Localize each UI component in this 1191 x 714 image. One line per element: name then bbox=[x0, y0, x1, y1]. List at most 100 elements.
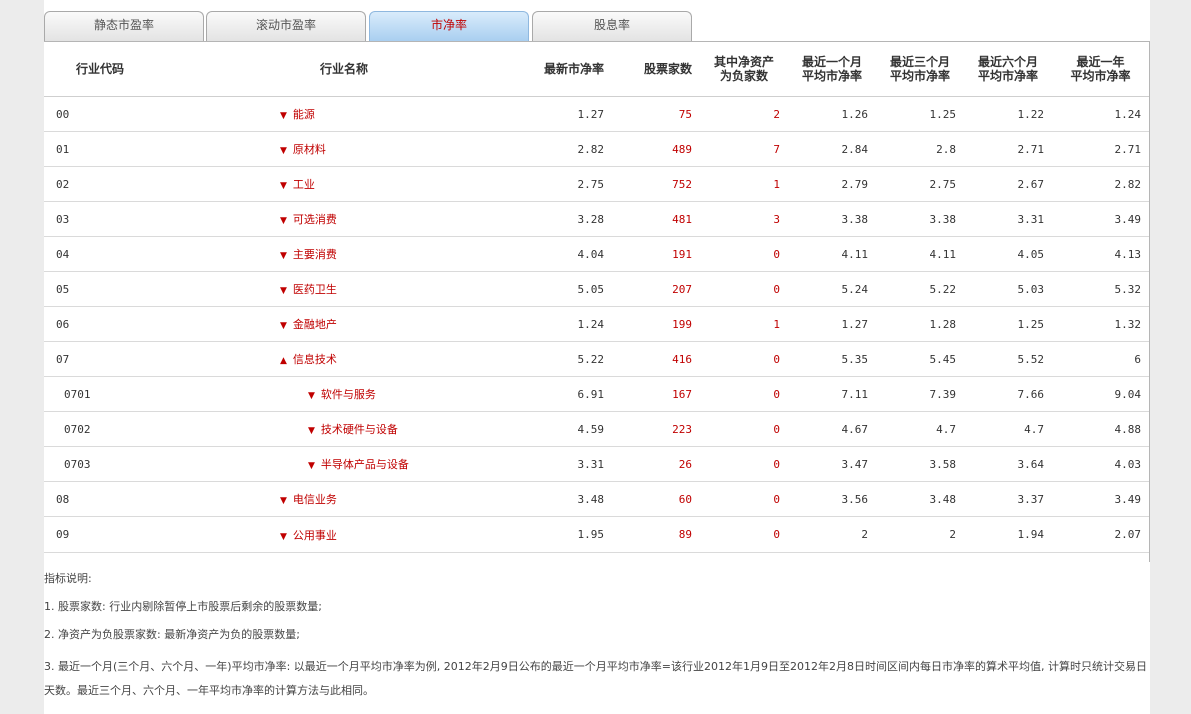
negative-count: 0 bbox=[700, 516, 788, 553]
avg-3m: 1.25 bbox=[876, 96, 964, 132]
avg-1m: 2.84 bbox=[788, 131, 876, 167]
negative-count: 0 bbox=[700, 411, 788, 447]
industry-name: 电信业务 bbox=[292, 493, 337, 506]
avg-3m: 4.7 bbox=[876, 411, 964, 447]
industry-name: 公用事业 bbox=[292, 528, 337, 542]
table-row: 04 ▼ 主要消费 4.04 191 0 4.11 4.11 4.05 4.13 bbox=[44, 236, 1149, 272]
avg-6m: 3.37 bbox=[964, 481, 1052, 517]
industry-code: 0703 bbox=[44, 446, 164, 482]
avg-1m: 1.27 bbox=[788, 306, 876, 342]
industry-name: 医药卫生 bbox=[292, 283, 337, 296]
latest-pb: 5.05 bbox=[524, 271, 612, 307]
industry-code: 00 bbox=[44, 96, 164, 132]
avg-1y: 5.32 bbox=[1052, 271, 1149, 307]
industry-name-toggle[interactable]: ▼ 能源 bbox=[164, 96, 524, 132]
expand-down-icon: ▼ bbox=[308, 391, 315, 401]
industry-name: 可选消费 bbox=[292, 213, 337, 226]
industry-name-toggle[interactable]: ▼ 可选消费 bbox=[164, 201, 524, 237]
note-item: 2. 净资产为负股票家数: 最新净资产为负的股票数量; bbox=[44, 628, 300, 641]
col-header-stock-count: 股票家数 bbox=[612, 42, 700, 97]
industry-name-toggle[interactable]: ▼ 原材料 bbox=[164, 131, 524, 167]
avg-1y: 4.13 bbox=[1052, 236, 1149, 272]
avg-1y: 9.04 bbox=[1052, 376, 1149, 412]
table-row: 07 ▲ 信息技术 5.22 416 0 5.35 5.45 5.52 6 bbox=[44, 341, 1149, 377]
latest-pb: 6.91 bbox=[524, 376, 612, 412]
industry-code: 02 bbox=[44, 166, 164, 202]
expand-down-icon: ▼ bbox=[280, 181, 287, 191]
expand-down-icon: ▼ bbox=[280, 321, 287, 331]
avg-6m: 3.64 bbox=[964, 446, 1052, 482]
avg-1m: 2.79 bbox=[788, 166, 876, 202]
avg-1m: 3.56 bbox=[788, 481, 876, 517]
expand-down-icon: ▼ bbox=[308, 426, 315, 436]
avg-1y: 1.24 bbox=[1052, 96, 1149, 132]
industry-name: 原材料 bbox=[292, 143, 326, 156]
note-item: 1. 股票家数: 行业内剔除暂停上市股票后剩余的股票数量; bbox=[44, 600, 322, 613]
tab-rolling-pe[interactable]: 滚动市盈率 bbox=[206, 11, 366, 41]
col-header-code: 行业代码 bbox=[44, 42, 164, 97]
avg-1y: 3.49 bbox=[1052, 481, 1149, 517]
avg-1y: 6 bbox=[1052, 341, 1149, 377]
industry-name-toggle[interactable]: ▼ 主要消费 bbox=[164, 236, 524, 272]
avg-3m: 5.45 bbox=[876, 341, 964, 377]
industry-name-toggle[interactable]: ▼ 半导体产品与设备 bbox=[164, 446, 524, 482]
avg-6m: 2.67 bbox=[964, 166, 1052, 202]
table-header-row: 行业代码 行业名称 最新市净率 股票家数 其中净资产 为负家数 最近一个月 平均… bbox=[44, 42, 1149, 97]
avg-6m: 1.94 bbox=[964, 516, 1052, 553]
industry-name-toggle[interactable]: ▼ 金融地产 bbox=[164, 306, 524, 342]
avg-3m: 2.8 bbox=[876, 131, 964, 167]
industry-name: 信息技术 bbox=[292, 353, 337, 366]
industry-name-toggle[interactable]: ▼ 电信业务 bbox=[164, 481, 524, 517]
latest-pb: 1.24 bbox=[524, 306, 612, 342]
avg-1y: 4.03 bbox=[1052, 446, 1149, 482]
industry-name-toggle[interactable]: ▼ 工业 bbox=[164, 166, 524, 202]
industry-code: 04 bbox=[44, 236, 164, 272]
latest-pb: 3.28 bbox=[524, 201, 612, 237]
avg-3m: 7.39 bbox=[876, 376, 964, 412]
industry-code: 0702 bbox=[44, 411, 164, 447]
notes-section: 指标说明: 1. 股票家数: 行业内剔除暂停上市股票后剩余的股票数量; 2. 净… bbox=[44, 571, 1150, 703]
negative-count: 2 bbox=[700, 96, 788, 132]
industry-code: 05 bbox=[44, 271, 164, 307]
tab-pb[interactable]: 市净率 bbox=[369, 11, 529, 41]
table-row: 00 ▼ 能源 1.27 75 2 1.26 1.25 1.22 1.24 bbox=[44, 96, 1149, 132]
col-header-latest-pb: 最新市净率 bbox=[524, 42, 612, 97]
avg-6m: 7.66 bbox=[964, 376, 1052, 412]
industry-name: 软件与服务 bbox=[320, 388, 376, 401]
stock-count: 75 bbox=[612, 96, 700, 132]
table-row: 0703 ▼ 半导体产品与设备 3.31 26 0 3.47 3.58 3.64 4.03 bbox=[44, 446, 1149, 482]
avg-1y: 1.32 bbox=[1052, 306, 1149, 342]
expand-up-icon: ▲ bbox=[280, 356, 287, 366]
content-panel: 静态市盈率 滚动市盈率 市净率 股息率 行业代码 行业名称 最新市净率 股票家数… bbox=[44, 0, 1150, 714]
latest-pb: 1.27 bbox=[524, 96, 612, 132]
industry-name-toggle[interactable]: ▲ 信息技术 bbox=[164, 341, 524, 377]
negative-count: 3 bbox=[700, 201, 788, 237]
expand-down-icon: ▼ bbox=[280, 531, 287, 542]
tab-static-pe[interactable]: 静态市盈率 bbox=[44, 11, 204, 41]
stock-count: 199 bbox=[612, 306, 700, 342]
latest-pb: 2.75 bbox=[524, 166, 612, 202]
tab-dividend-yield[interactable]: 股息率 bbox=[532, 11, 692, 41]
avg-1m: 5.24 bbox=[788, 271, 876, 307]
industry-code: 07 bbox=[44, 341, 164, 377]
negative-count: 0 bbox=[700, 341, 788, 377]
note-item: 3. 最近一个月(三个月、六个月、一年)平均市净率: 以最近一个月平均市净率为例… bbox=[44, 660, 1147, 697]
industry-name: 技术硬件与设备 bbox=[320, 423, 398, 436]
avg-1m: 4.67 bbox=[788, 411, 876, 447]
col-header-name: 行业名称 bbox=[164, 42, 524, 97]
latest-pb: 4.59 bbox=[524, 411, 612, 447]
page-scroll-gutter bbox=[1150, 0, 1191, 714]
negative-count: 1 bbox=[700, 166, 788, 202]
table-row: 01 ▼ 原材料 2.82 489 7 2.84 2.8 2.71 2.71 bbox=[44, 131, 1149, 167]
col-header-6m-avg: 最近六个月 平均市净率 bbox=[964, 42, 1052, 97]
stock-count: 481 bbox=[612, 201, 700, 237]
table-row: 02 ▼ 工业 2.75 752 1 2.79 2.75 2.67 2.82 bbox=[44, 166, 1149, 202]
table-row: 0702 ▼ 技术硬件与设备 4.59 223 0 4.67 4.7 4.7 4.88 bbox=[44, 411, 1149, 447]
col-header-1y-avg: 最近一年 平均市净率 bbox=[1052, 42, 1149, 97]
avg-1y: 4.88 bbox=[1052, 411, 1149, 447]
industry-name-toggle[interactable]: ▼ 技术硬件与设备 bbox=[164, 411, 524, 447]
industry-name-toggle[interactable]: ▼ 医药卫生 bbox=[164, 271, 524, 307]
industry-name-toggle[interactable]: ▼ 公用事业 bbox=[164, 516, 524, 553]
industry-name-toggle[interactable]: ▼ 软件与服务 bbox=[164, 376, 524, 412]
industry-code: 03 bbox=[44, 201, 164, 237]
